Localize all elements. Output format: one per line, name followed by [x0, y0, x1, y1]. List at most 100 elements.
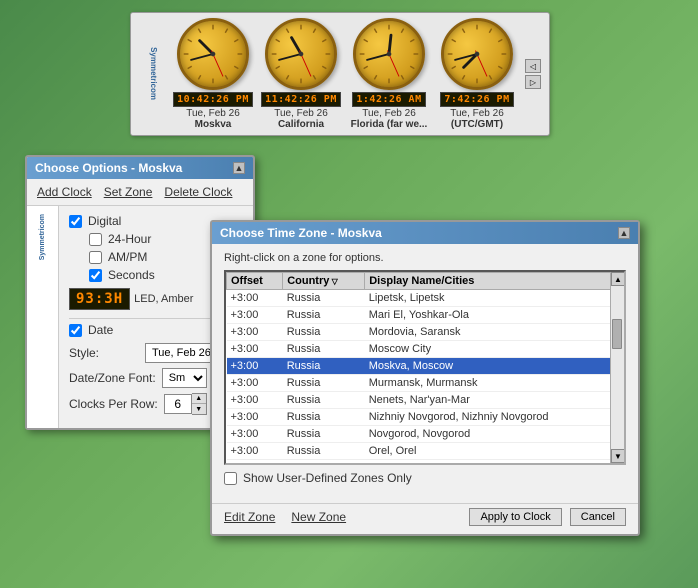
- tz-cell-display: Penza, Penza: [365, 460, 624, 466]
- clock-time-california: 11:42:26 PM: [261, 92, 341, 107]
- seconds-checkbox[interactable]: [89, 269, 102, 282]
- cancel-btn[interactable]: Cancel: [570, 508, 626, 526]
- table-row[interactable]: +3:00 Russia Lipetsk, Lipetsk: [227, 290, 624, 307]
- tz-cell-offset: +3:00: [227, 460, 283, 466]
- clock-zone-florida: Florida (far we...: [351, 119, 428, 130]
- tz-col-display: Display Name/Cities: [365, 273, 624, 290]
- tz-cell-offset: +3:00: [227, 409, 283, 426]
- table-row[interactable]: +3:00 Russia Nenets, Nar'yan-Mar: [227, 392, 624, 409]
- clock-date-utc: Tue, Feb 26: [450, 108, 504, 119]
- hour24-checkbox[interactable]: [89, 233, 102, 246]
- tz-scroll-thumb[interactable]: [612, 319, 622, 349]
- tz-cell-offset: +3:00: [227, 324, 283, 341]
- scroll-left-btn[interactable]: ◁: [525, 59, 541, 73]
- table-row[interactable]: +3:00 Russia Moskva, Moscow: [227, 358, 624, 375]
- options-close-btn[interactable]: ▲: [233, 162, 245, 174]
- clock-bar: Symmetricom: [130, 12, 550, 136]
- tz-cell-country: Russia: [283, 290, 365, 307]
- options-title: Choose Options - Moskva: [35, 161, 182, 175]
- tz-instruction: Right-click on a zone for options.: [224, 252, 626, 264]
- clock-time-utc: 7:42:26 PM: [440, 92, 513, 107]
- tz-cell-country: Russia: [283, 392, 365, 409]
- tz-content: Right-click on a zone for options. Offse…: [212, 244, 638, 499]
- tz-cell-country: Russia: [283, 409, 365, 426]
- menu-delete-clock[interactable]: Delete Clock: [162, 183, 234, 201]
- tz-cell-country: Russia: [283, 341, 365, 358]
- options-titlebar: Choose Options - Moskva ▲: [27, 157, 253, 179]
- user-defined-label: Show User-Defined Zones Only: [243, 471, 412, 485]
- table-row[interactable]: +3:00 Russia Orel, Orel: [227, 443, 624, 460]
- tz-cell-offset: +3:00: [227, 358, 283, 375]
- clock-zone-utc: (UTC/GMT): [451, 119, 503, 130]
- apply-to-clock-btn[interactable]: Apply to Clock: [469, 508, 561, 526]
- tz-table-wrap[interactable]: Offset Country Display Name/Cities +3:00…: [224, 270, 626, 465]
- date-checkbox[interactable]: [69, 324, 82, 337]
- tz-table-header: Offset Country Display Name/Cities: [227, 273, 624, 290]
- date-label: Date: [88, 323, 113, 337]
- clocks-per-row-input[interactable]: [164, 394, 192, 414]
- menu-set-zone[interactable]: Set Zone: [102, 183, 155, 201]
- font-field-label: Date/Zone Font:: [69, 371, 156, 385]
- tz-cell-offset: +3:00: [227, 341, 283, 358]
- hour24-label: 24-Hour: [108, 232, 151, 246]
- tz-cell-offset: +3:00: [227, 426, 283, 443]
- table-row[interactable]: +3:00 Russia Nizhniy Novgorod, Nizhniy N…: [227, 409, 624, 426]
- tz-cell-display: Nenets, Nar'yan-Mar: [365, 392, 624, 409]
- tz-scrollbar[interactable]: ▲ ▼: [610, 272, 624, 463]
- font-select[interactable]: Sm: [162, 368, 207, 388]
- seconds-label: Seconds: [108, 268, 155, 282]
- user-defined-checkbox[interactable]: [224, 472, 237, 485]
- clock-bar-arrows[interactable]: ◁ ▷: [525, 59, 541, 89]
- style-field-label: Style:: [69, 346, 139, 360]
- table-row[interactable]: +3:00 Russia Mari El, Yoshkar-Ola: [227, 307, 624, 324]
- clock-bar-logo: Symmetricom: [139, 39, 167, 109]
- clock-face-moskva: [177, 18, 249, 90]
- digital-checkbox[interactable]: [69, 215, 82, 228]
- clocks-per-row-spinner: ▲ ▼: [164, 393, 207, 415]
- table-row[interactable]: +3:00 Russia Murmansk, Murmansk: [227, 375, 624, 392]
- tz-col-offset[interactable]: Offset: [227, 273, 283, 290]
- table-row[interactable]: +3:00 Russia Penza, Penza: [227, 460, 624, 466]
- menu-add-clock[interactable]: Add Clock: [35, 183, 94, 201]
- clock-zone-moskva: Moskva: [195, 119, 232, 130]
- tz-cell-country: Russia: [283, 358, 365, 375]
- clock-face-florida: [353, 18, 425, 90]
- clock-time-moskva: 10:42:26 PM: [173, 92, 253, 107]
- digital-label: Digital: [88, 214, 121, 228]
- tz-cell-country: Russia: [283, 460, 365, 466]
- edit-zone-link[interactable]: Edit Zone: [224, 510, 275, 524]
- clock-moskva: 10:42:26 PM Tue, Feb 26 Moskva: [171, 18, 255, 130]
- options-logo-text: Symmetricom: [39, 214, 47, 260]
- tz-col-country[interactable]: Country: [283, 273, 365, 290]
- tz-scroll-up-btn[interactable]: ▲: [611, 272, 625, 286]
- tz-table: Offset Country Display Name/Cities +3:00…: [226, 272, 624, 465]
- spinner-down-btn[interactable]: ▼: [192, 404, 206, 414]
- tz-scroll-down-btn[interactable]: ▼: [611, 449, 625, 463]
- clock-california: 11:42:26 PM Tue, Feb 26 California: [259, 18, 343, 130]
- spinner-up-btn[interactable]: ▲: [192, 394, 206, 404]
- tz-footer-left: Edit Zone New Zone: [224, 510, 346, 524]
- led-time-display: 93:3H: [69, 288, 130, 310]
- tz-cell-display: Moskva, Moscow: [365, 358, 624, 375]
- tz-table-body: +3:00 Russia Lipetsk, Lipetsk +3:00 Russ…: [227, 290, 624, 466]
- clock-face-california: [265, 18, 337, 90]
- tz-close-btn[interactable]: ▲: [618, 227, 630, 239]
- timezone-dialog: Choose Time Zone - Moskva ▲ Right-click …: [210, 220, 640, 536]
- ampm-checkbox[interactable]: [89, 251, 102, 264]
- ampm-label: AM/PM: [108, 250, 147, 264]
- tz-cell-country: Russia: [283, 426, 365, 443]
- tz-cell-display: Moscow City: [365, 341, 624, 358]
- table-row[interactable]: +3:00 Russia Moscow City: [227, 341, 624, 358]
- scroll-right-btn[interactable]: ▷: [525, 75, 541, 89]
- tz-cell-display: Novgorod, Novgorod: [365, 426, 624, 443]
- tz-cell-display: Murmansk, Murmansk: [365, 375, 624, 392]
- tz-cell-offset: +3:00: [227, 307, 283, 324]
- tz-footer: Edit Zone New Zone Apply to Clock Cancel: [212, 503, 638, 534]
- clock-face-utc: [441, 18, 513, 90]
- new-zone-link[interactable]: New Zone: [291, 510, 346, 524]
- tz-cell-offset: +3:00: [227, 290, 283, 307]
- tz-cell-display: Mordovia, Saransk: [365, 324, 624, 341]
- spinner-buttons: ▲ ▼: [192, 393, 207, 415]
- table-row[interactable]: +3:00 Russia Novgorod, Novgorod: [227, 426, 624, 443]
- table-row[interactable]: +3:00 Russia Mordovia, Saransk: [227, 324, 624, 341]
